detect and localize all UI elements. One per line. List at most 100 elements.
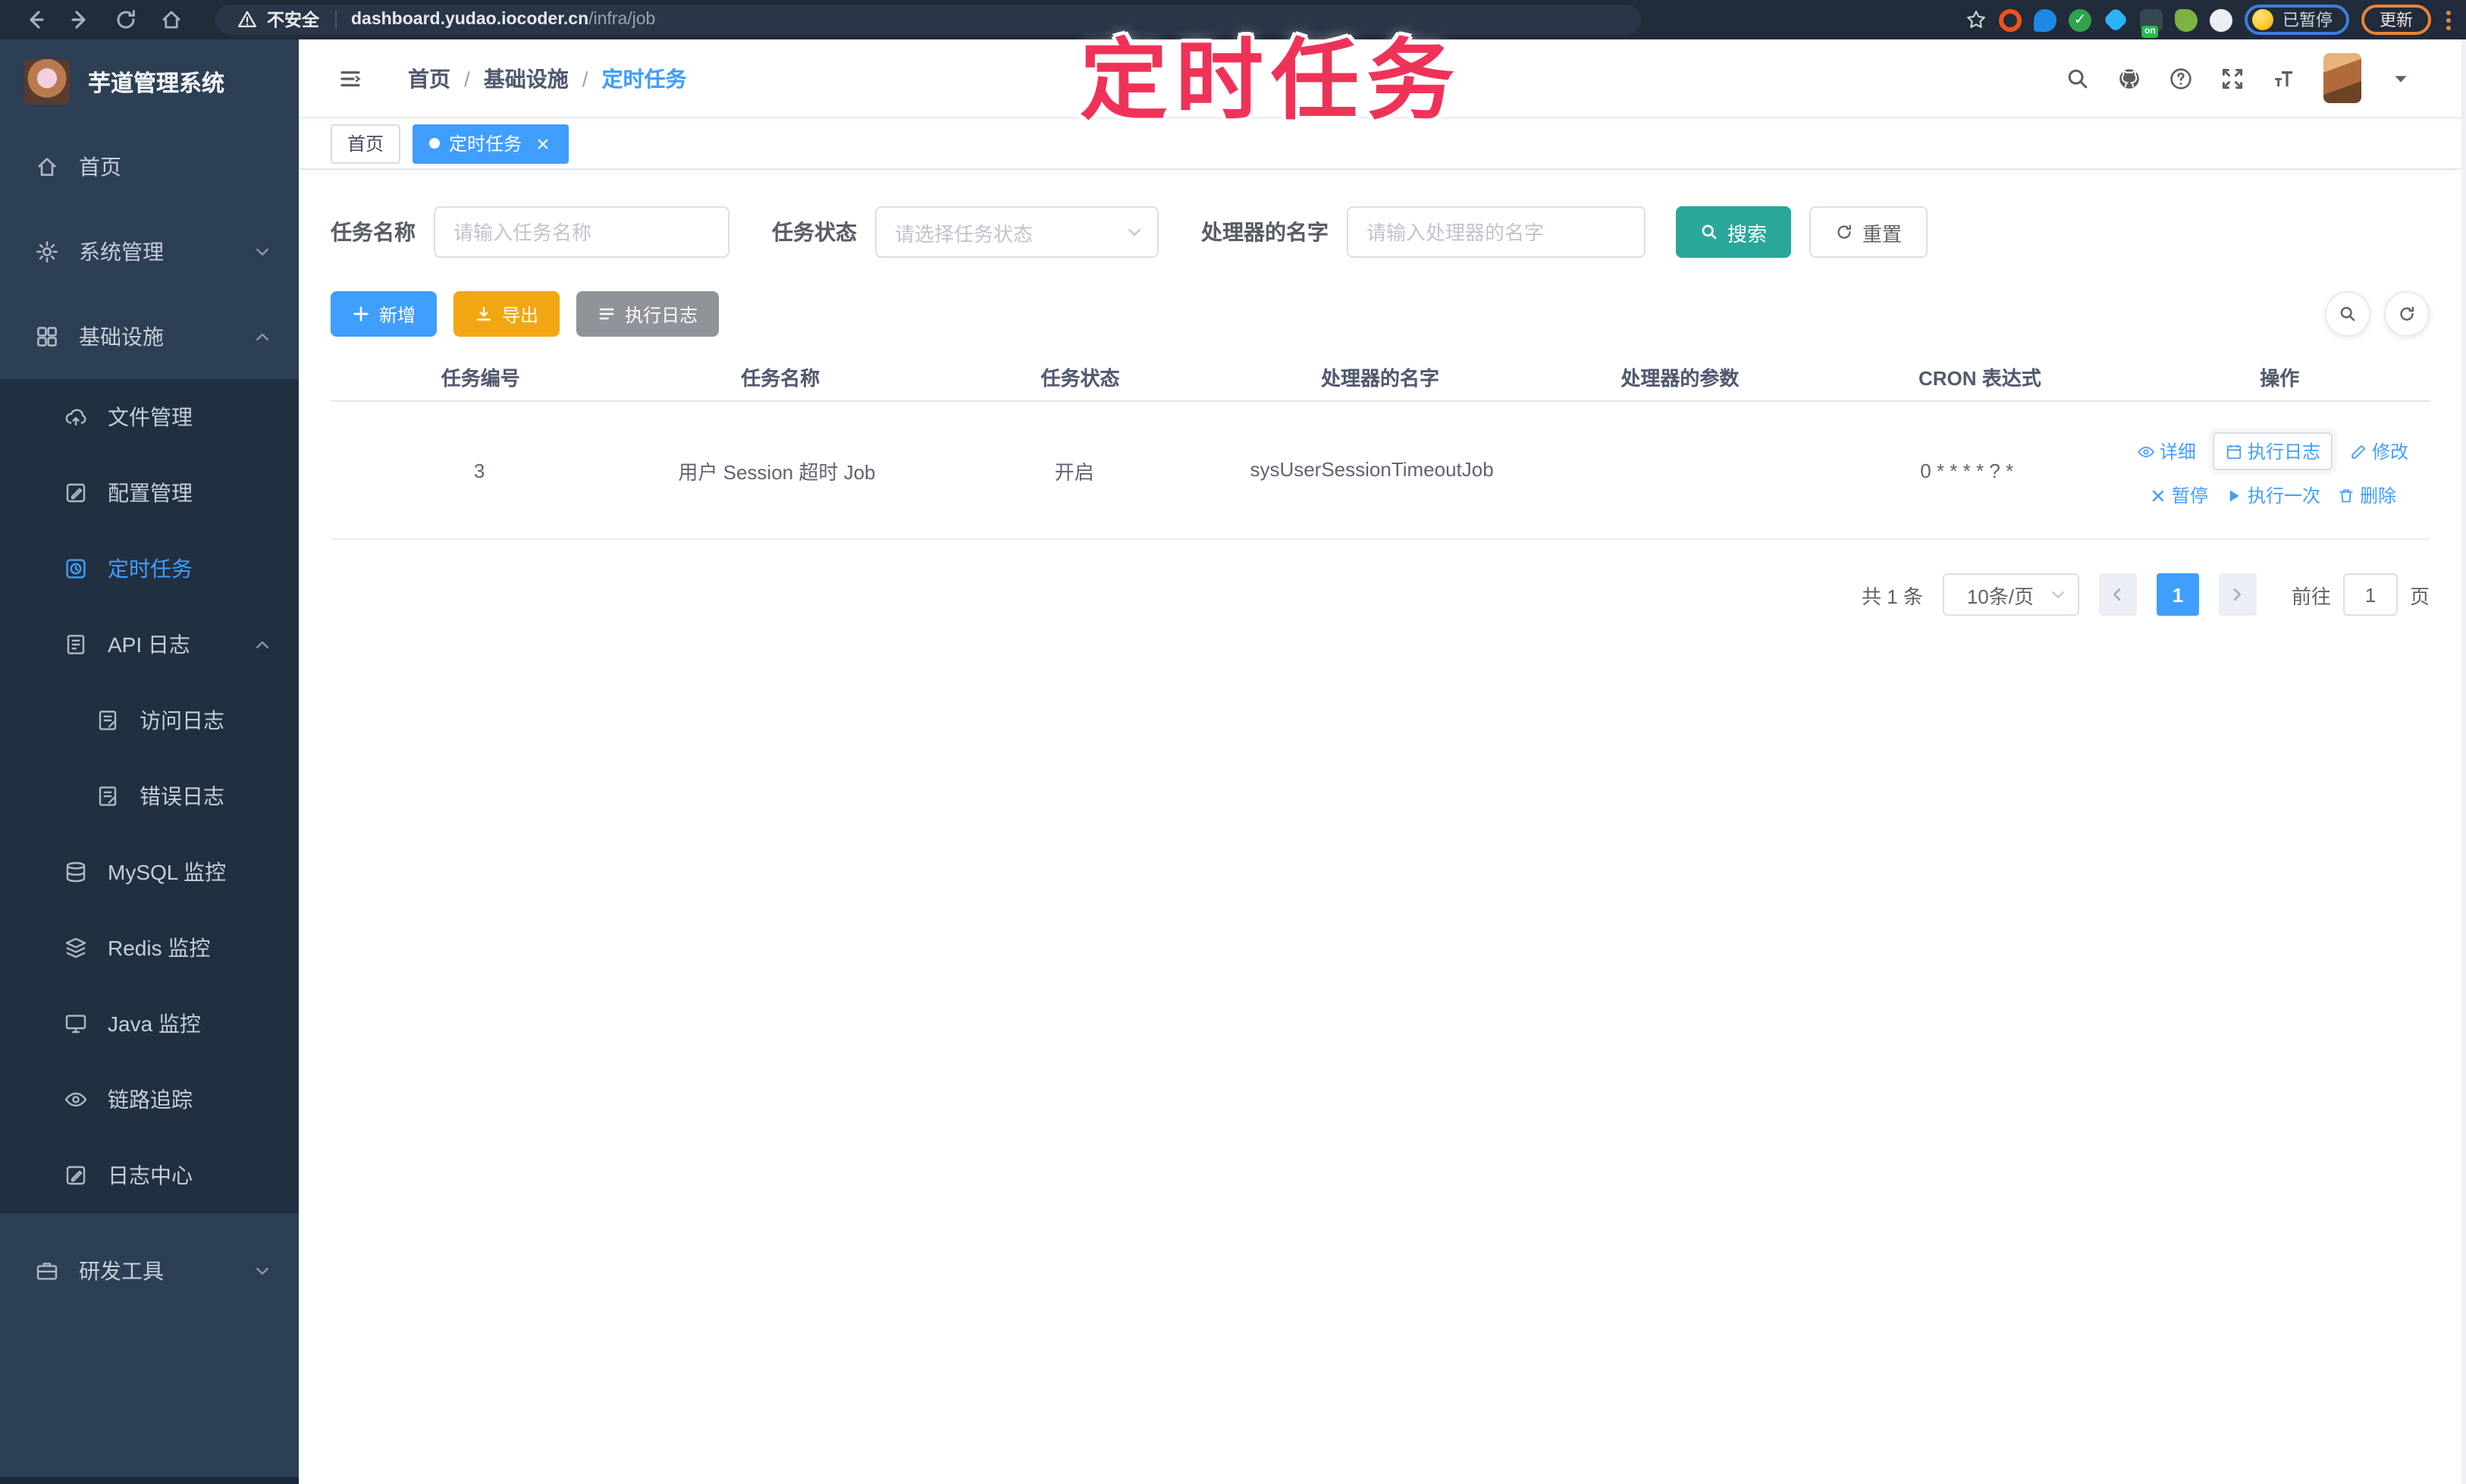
handler-name-input[interactable]: [1347, 206, 1646, 258]
refresh-icon[interactable]: [2384, 291, 2430, 337]
cloud-upload-icon: [64, 405, 88, 429]
sidebar-item-mysql-monitor[interactable]: MySQL 监控: [0, 834, 299, 910]
chevron-up-icon: [253, 635, 271, 654]
goto-page-input[interactable]: [2342, 573, 2398, 616]
browser-forward-icon[interactable]: [68, 8, 93, 32]
pause-link[interactable]: 暂停: [2149, 482, 2208, 508]
breadcrumb-infrastructure[interactable]: 基础设施: [484, 63, 569, 93]
page-unit-label: 页: [2409, 585, 2430, 607]
extension-icon-green-check[interactable]: ✓: [2069, 8, 2091, 31]
job-status-select[interactable]: 请选择任务状态: [875, 206, 1159, 258]
export-button[interactable]: 导出: [453, 291, 560, 337]
sidebar-item-config-mgmt[interactable]: 配置管理: [0, 455, 299, 531]
total-count: 共 1 条: [1862, 585, 1923, 607]
address-divider: [334, 11, 336, 29]
app-logo-row[interactable]: 芋道管理系统: [0, 39, 299, 124]
chevron-down-icon[interactable]: [2392, 69, 2410, 87]
sidebar-item-error-log[interactable]: 错误日志: [0, 758, 299, 834]
paused-extension-badge[interactable]: 已暂停: [2245, 5, 2349, 35]
font-size-icon[interactable]: [2272, 66, 2296, 90]
execution-log-button[interactable]: 执行日志: [576, 291, 720, 337]
breadcrumb-current: 定时任务: [601, 66, 687, 90]
reset-button[interactable]: 重置: [1809, 206, 1928, 258]
sidebar-item-scheduled-jobs[interactable]: 定时任务: [0, 531, 299, 607]
sidebar-item-java-monitor[interactable]: Java 监控: [0, 986, 299, 1062]
delete-link[interactable]: 删除: [2337, 482, 2396, 508]
user-avatar[interactable]: [2323, 53, 2361, 103]
extension-icon-orange[interactable]: [1999, 8, 2022, 31]
add-button[interactable]: 新增: [331, 291, 438, 337]
url-path: /infra/job: [588, 11, 656, 29]
cell-operations: 详细 执行日志 修改 暂停 执行一次 删除: [2116, 402, 2430, 538]
goto-label: 前往: [2291, 585, 2331, 607]
chevron-down-icon: [2049, 585, 2067, 604]
page-number-1[interactable]: 1: [2156, 573, 2199, 616]
close-icon[interactable]: [534, 134, 552, 152]
cell-handler-name: sysUserSessionTimeoutJob: [1250, 457, 1494, 481]
extension-icon-blue-gem[interactable]: [2103, 7, 2129, 33]
annotation-overlay-text: 定时任务: [1080, 32, 1463, 130]
search-button[interactable]: 搜索: [1676, 206, 1792, 258]
row-execution-log-link[interactable]: 执行日志: [2212, 432, 2333, 470]
sidebar-item-dev-tools[interactable]: 研发工具: [0, 1228, 299, 1313]
extension-on-badge: on: [2141, 25, 2159, 37]
help-icon[interactable]: [2169, 66, 2193, 90]
sidebar-item-api-log[interactable]: API 日志: [0, 607, 299, 682]
toggle-search-icon[interactable]: [2325, 291, 2370, 337]
sidebar-item-file-mgmt[interactable]: 文件管理: [0, 379, 299, 455]
browser-menu-icon[interactable]: [2446, 10, 2451, 30]
github-icon[interactable]: [2117, 66, 2141, 90]
table-toolbar: 新增 导出 执行日志: [331, 291, 2430, 337]
browser-reload-icon[interactable]: [114, 8, 138, 32]
table-row[interactable]: 3 用户 Session 超时 Job 开启 sysUserSessionTim…: [331, 402, 2430, 540]
page: 定时任务 不安全 dashboard.yudao.iocoder.cn /inf…: [0, 0, 2466, 1484]
jobs-table: 任务编号 任务名称 任务状态 处理器的名字 处理器的参数 CRON 表达式 操作…: [331, 352, 2430, 540]
header-actions: [2066, 53, 2410, 103]
browser-home-icon[interactable]: [159, 8, 184, 32]
cell-cron: 0 * * * * ? *: [1920, 459, 2014, 482]
sidebar-item-trace[interactable]: 链路追踪: [0, 1062, 299, 1137]
eye-icon: [64, 1087, 88, 1112]
sidebar-item-home[interactable]: 首页: [0, 124, 299, 209]
extension-icon-green-leaf[interactable]: [2175, 8, 2198, 31]
app-shell: 芋道管理系统 首页 系统管理 基础设施 文件管理 配置管理 定时任务 API 日…: [0, 39, 2466, 1484]
url-host: dashboard.yudao.iocoder.cn: [351, 11, 589, 29]
cell-handler-params: [1520, 402, 1818, 538]
collapse-menu-icon[interactable]: [338, 66, 362, 90]
table-tools: [2325, 291, 2430, 337]
emoji-face-icon: [2252, 9, 2273, 30]
fullscreen-icon[interactable]: [2220, 66, 2245, 90]
chevron-down-icon: [253, 243, 271, 261]
sidebar-item-redis-monitor[interactable]: Redis 监控: [0, 910, 299, 986]
edit-link[interactable]: 修改: [2349, 438, 2408, 464]
app-title: 芋道管理系统: [88, 71, 225, 96]
search-icon[interactable]: [2066, 66, 2090, 90]
prev-page-icon[interactable]: [2098, 573, 2137, 616]
run-once-link[interactable]: 执行一次: [2225, 482, 2320, 508]
job-status-label: 任务状态: [772, 220, 857, 244]
cell-job-name: 用户 Session 超时 Job: [678, 460, 876, 483]
document-edit-icon: [96, 784, 120, 808]
page-size-select[interactable]: 10条/页: [1942, 573, 2079, 616]
extension-icon-blue-drop[interactable]: [2034, 8, 2057, 31]
browser-back-icon[interactable]: [23, 8, 47, 32]
breadcrumb-home[interactable]: 首页: [408, 63, 450, 93]
sidebar-item-system-mgmt[interactable]: 系统管理: [0, 209, 299, 294]
job-name-input[interactable]: [434, 206, 729, 258]
tag-scheduled-jobs[interactable]: 定时任务: [413, 124, 569, 163]
pagination: 共 1 条 10条/页 1 前往 1 页: [331, 573, 2430, 616]
next-page-icon[interactable]: [2218, 573, 2257, 616]
monitor-icon: [64, 1012, 88, 1036]
sidebar-item-infrastructure[interactable]: 基础设施: [0, 294, 299, 379]
sidebar-item-access-log[interactable]: 访问日志: [0, 682, 299, 758]
tag-home[interactable]: 首页: [331, 124, 401, 163]
bookmark-star-icon[interactable]: [1966, 9, 1987, 30]
sidebar-item-log-center[interactable]: 日志中心: [0, 1137, 299, 1213]
edit-square-icon: [64, 1163, 88, 1188]
extension-icon-white[interactable]: [2210, 8, 2232, 31]
content-area: 首页 / 基础设施 / 定时任务 首页 定时任务 任务名称 请输入任务名称 任务…: [299, 39, 2466, 1484]
extension-icon-dark[interactable]: on: [2140, 8, 2163, 37]
filter-form: 任务名称 任务状态 请选择任务状态 处理器的名字 搜索: [331, 206, 2430, 258]
browser-update-button[interactable]: 更新: [2361, 5, 2431, 35]
detail-link[interactable]: 详细: [2137, 438, 2196, 464]
